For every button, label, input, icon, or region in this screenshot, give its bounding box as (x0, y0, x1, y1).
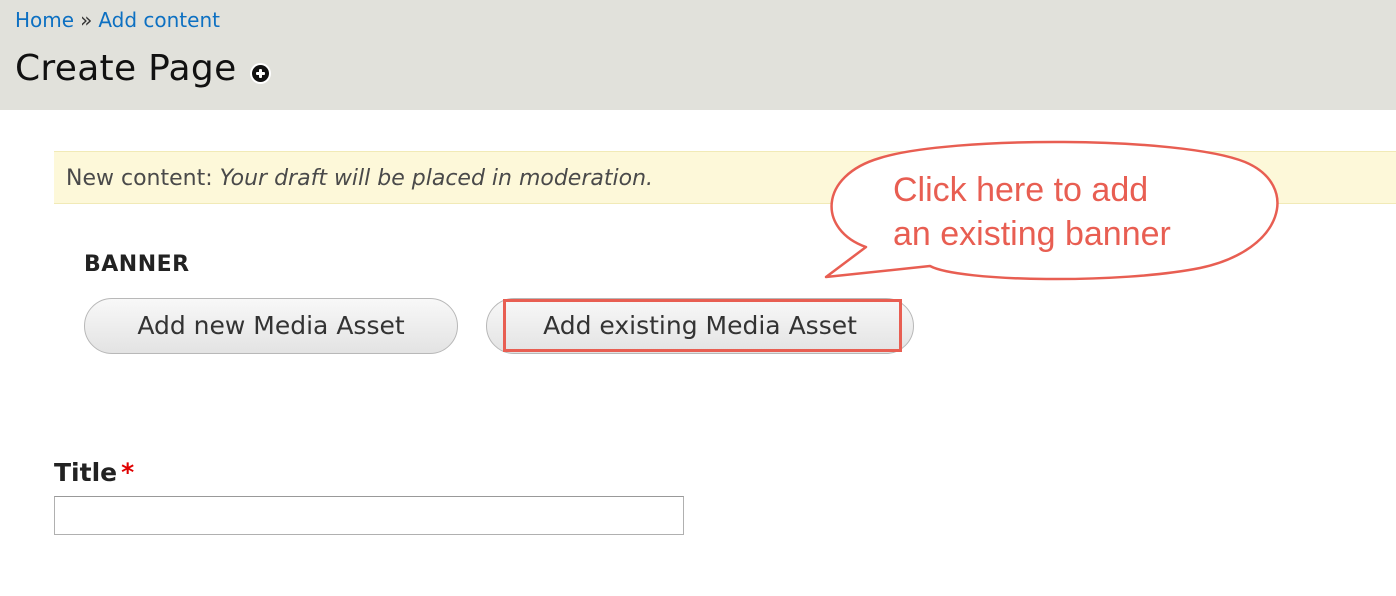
plus-icon-vertical (259, 69, 262, 78)
callout-line-2: an existing banner (893, 215, 1171, 253)
plus-circle-icon[interactable] (250, 63, 271, 84)
breadcrumb-add-content-link[interactable]: Add content (98, 8, 220, 32)
page-header: Home» Add content Create Page (0, 0, 1396, 110)
status-message: New content: Your draft will be placed i… (54, 151, 1396, 204)
breadcrumb-home-link[interactable]: Home (15, 8, 74, 32)
banner-label: BANNER (84, 252, 190, 277)
title-input[interactable] (54, 496, 684, 535)
breadcrumb: Home» Add content (15, 8, 220, 32)
status-message-text: New content: Your draft will be placed i… (66, 166, 653, 191)
add-new-media-asset-button[interactable]: Add new Media Asset (84, 298, 458, 354)
add-existing-media-asset-button[interactable]: Add existing Media Asset (486, 298, 914, 354)
status-message-prefix: New content: (66, 166, 213, 191)
title-field-label: Title * (54, 458, 134, 487)
title-label-text: Title (54, 458, 118, 487)
callout-line-1: Click here to add (893, 171, 1149, 209)
callout-text: Click here to add an existing banner (893, 168, 1171, 256)
breadcrumb-separator: » (80, 8, 93, 32)
status-message-body: Your draft will be placed in moderation. (219, 166, 654, 191)
required-marker: * (121, 458, 135, 487)
page-title: Create Page (15, 48, 237, 89)
